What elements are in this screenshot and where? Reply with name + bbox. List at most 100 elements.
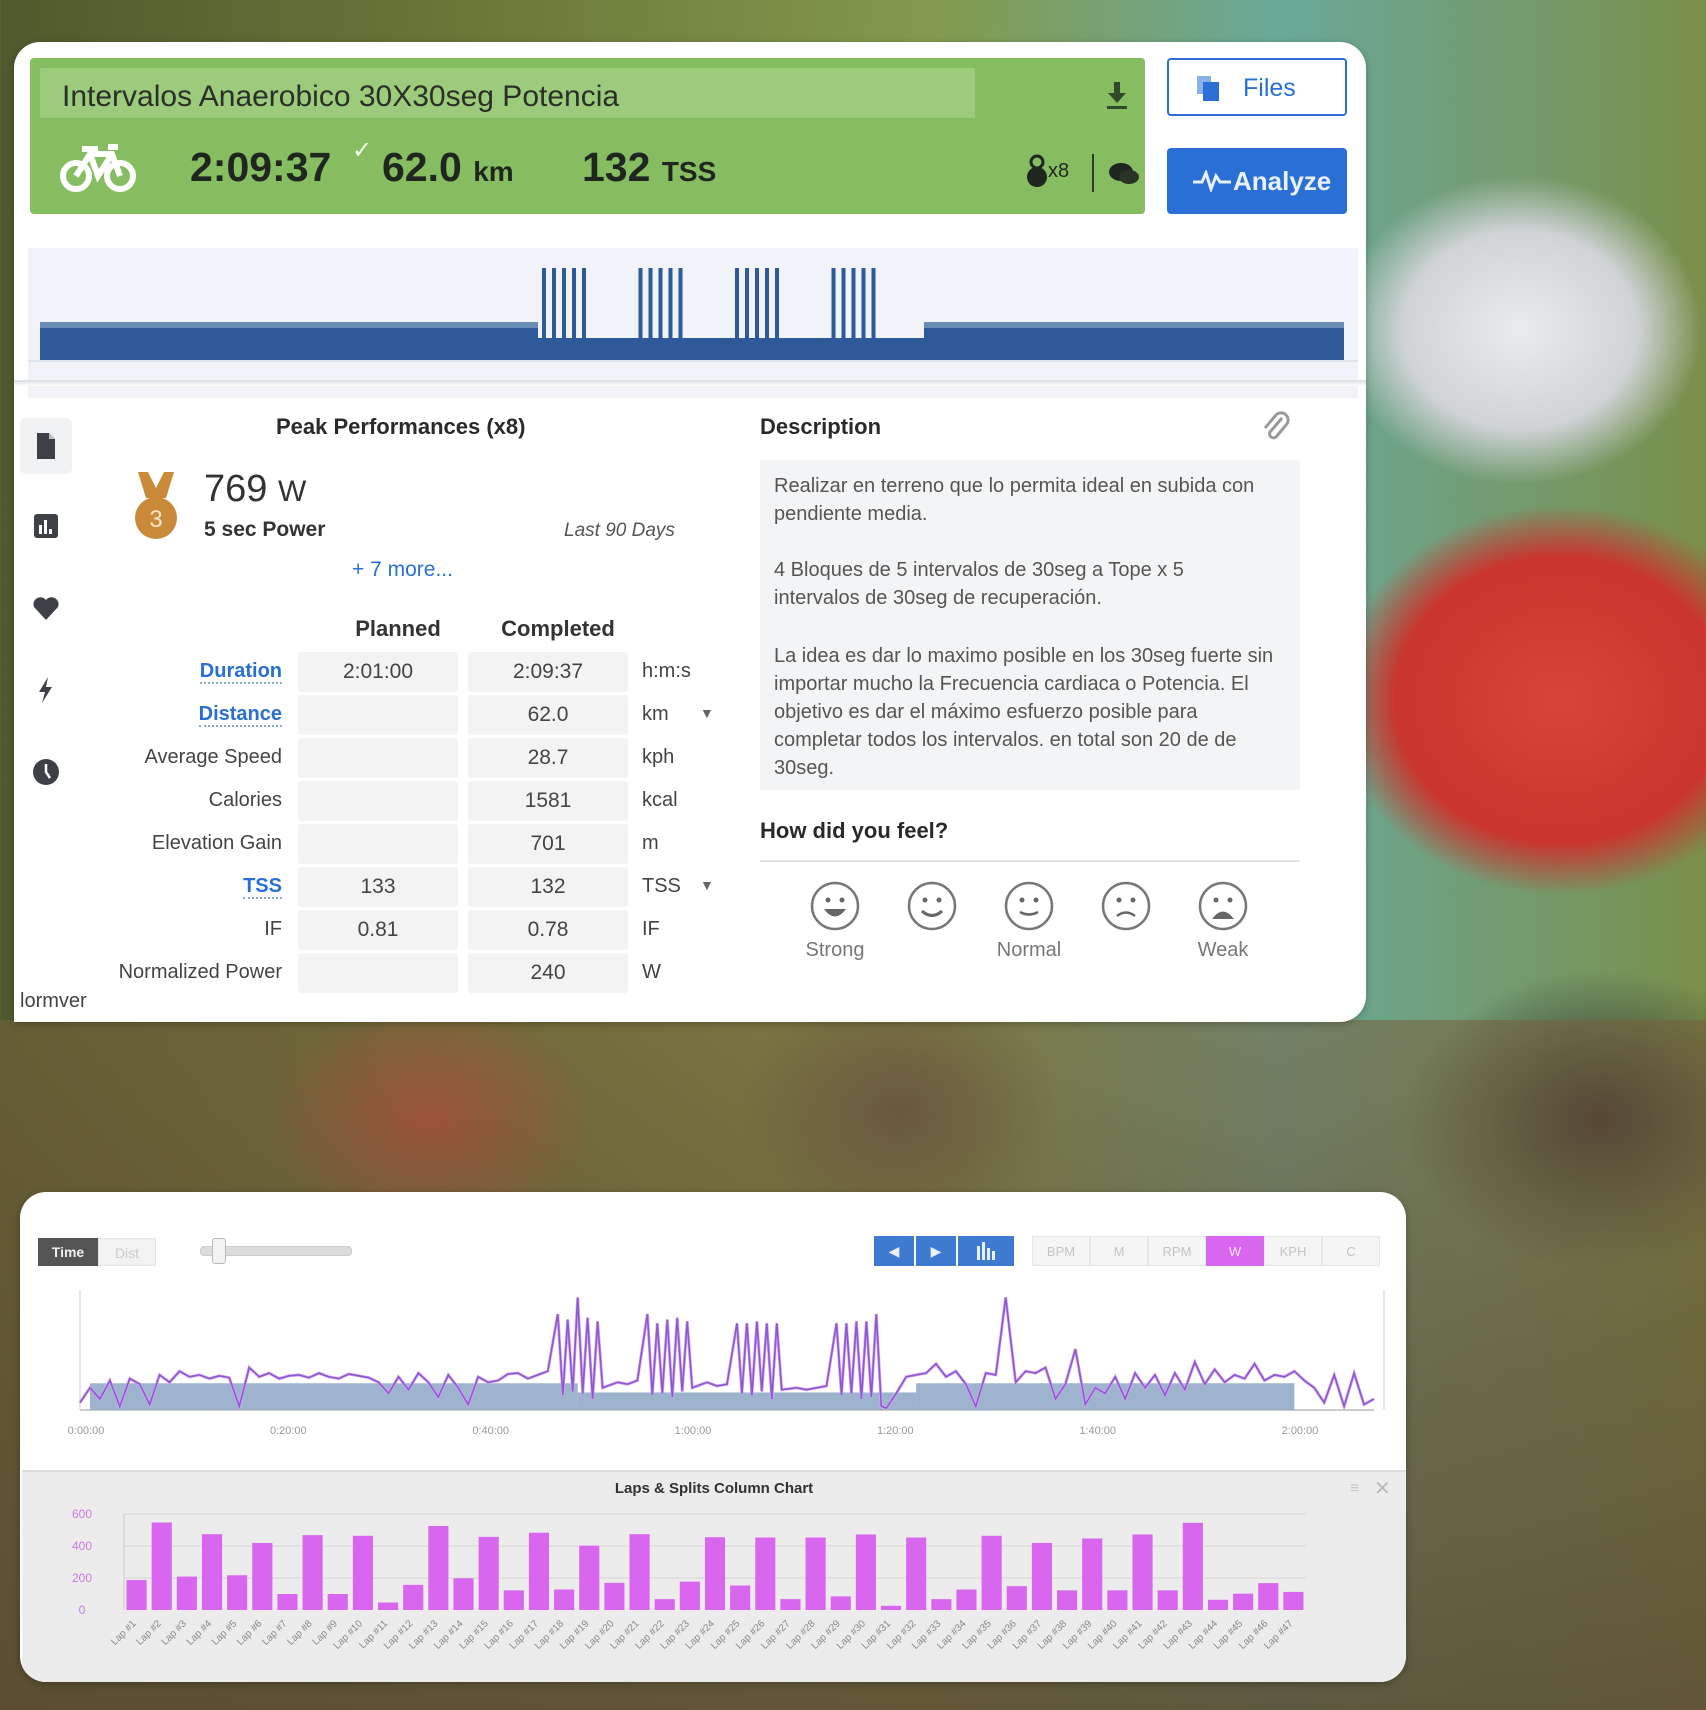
lap-bar[interactable] <box>906 1537 927 1610</box>
lap-bar[interactable] <box>830 1596 851 1610</box>
lap-bar[interactable] <box>629 1534 650 1610</box>
analyze-button[interactable]: Analyze <box>1167 148 1347 214</box>
lap-bar[interactable] <box>579 1545 600 1610</box>
feel-option[interactable] <box>1081 880 1171 963</box>
lap-bar[interactable] <box>1207 1599 1229 1610</box>
interval-bar[interactable] <box>831 268 836 360</box>
lap-bar[interactable] <box>428 1526 449 1610</box>
metric-button-bpm[interactable]: BPM <box>1032 1236 1090 1266</box>
completed-cell[interactable]: 62.0 <box>468 695 628 735</box>
workout-title-field[interactable]: Intervalos Anaerobico 30X30seg Potencia <box>40 68 975 118</box>
sidebar-item-heart-rate[interactable] <box>20 580 72 636</box>
lap-bar[interactable] <box>277 1594 298 1610</box>
lap-bar[interactable] <box>503 1590 524 1610</box>
comments-icon[interactable] <box>1108 162 1140 186</box>
lap-bar[interactable] <box>1132 1534 1153 1610</box>
lap-bar[interactable] <box>453 1578 474 1610</box>
lap-bar[interactable] <box>403 1584 424 1610</box>
unit-dropdown-caret-icon[interactable]: ▼ <box>700 705 714 721</box>
completed-cell[interactable]: 0.78 <box>468 910 628 950</box>
lap-bar[interactable] <box>252 1542 273 1610</box>
lap-bar[interactable] <box>1157 1590 1178 1610</box>
download-icon[interactable] <box>1105 80 1129 110</box>
lap-bar[interactable] <box>1107 1590 1128 1610</box>
metric-button-c[interactable]: C <box>1322 1236 1380 1266</box>
lap-bar[interactable] <box>931 1599 952 1610</box>
dist-mode-button[interactable]: Dist <box>98 1238 156 1266</box>
completed-cell[interactable]: 28.7 <box>468 738 628 778</box>
power-chart[interactable]: 0:00:00 0:20:00 0:40:00 1:00:00 1:20:00 1:40:… <box>40 1284 1390 1444</box>
interval-bar[interactable] <box>658 268 663 360</box>
lap-bar[interactable] <box>805 1537 826 1610</box>
planned-cell[interactable] <box>298 738 458 778</box>
interval-bar[interactable] <box>668 268 673 360</box>
laps-toggle-button[interactable] <box>958 1236 1014 1266</box>
unit-dropdown-caret-icon[interactable]: ▼ <box>700 877 714 893</box>
interval-bar[interactable] <box>678 268 683 360</box>
interval-bar[interactable] <box>648 268 653 360</box>
interval-bar[interactable] <box>841 268 846 360</box>
interval-bar[interactable] <box>552 268 556 360</box>
interval-bar[interactable] <box>735 268 739 360</box>
lap-bar[interactable] <box>378 1602 399 1610</box>
lap-bar[interactable] <box>302 1535 323 1610</box>
sidebar-item-summary[interactable] <box>20 418 72 474</box>
lap-bar[interactable] <box>654 1599 675 1610</box>
lap-bar[interactable] <box>1006 1586 1027 1610</box>
interval-bar[interactable] <box>562 268 566 360</box>
paperclip-icon[interactable] <box>1260 410 1290 444</box>
lap-bar[interactable] <box>1258 1583 1279 1610</box>
more-peaks-link[interactable]: + 7 more... <box>352 558 453 582</box>
completed-cell[interactable]: 701 <box>468 824 628 864</box>
workout-structure-graph[interactable] <box>28 248 1358 398</box>
feel-option[interactable] <box>887 880 977 963</box>
lap-bar[interactable] <box>201 1534 223 1610</box>
completed-cell[interactable]: 132 <box>468 867 628 907</box>
lap-bar[interactable] <box>704 1537 726 1610</box>
laps-bar-chart[interactable]: 0 200 400 600 Lap #1Lap #2Lap #3Lap #4Lap #5… <box>22 1502 1406 1682</box>
lap-bar[interactable] <box>352 1535 373 1610</box>
metric-button-w[interactable]: W <box>1206 1236 1264 1266</box>
feel-option[interactable]: Normal <box>984 880 1074 963</box>
peaks-count[interactable]: x8 <box>1048 160 1069 183</box>
planned-cell[interactable]: 133 <box>298 867 458 907</box>
row-label[interactable]: TSS <box>54 875 282 899</box>
metric-button-rpm[interactable]: RPM <box>1148 1236 1206 1266</box>
planned-cell[interactable]: 0.81 <box>298 910 458 950</box>
feel-option[interactable]: Weak <box>1178 880 1268 963</box>
lap-bar[interactable] <box>227 1575 248 1610</box>
planned-cell[interactable] <box>298 953 458 993</box>
lap-bar[interactable] <box>478 1536 499 1610</box>
interval-bar[interactable] <box>765 268 769 360</box>
row-label[interactable]: Distance <box>54 703 282 727</box>
planned-cell[interactable] <box>298 695 458 735</box>
next-button[interactable]: ▶ <box>916 1236 956 1266</box>
planned-cell[interactable]: 2:01:00 <box>298 652 458 692</box>
prev-button[interactable]: ◀ <box>874 1236 914 1266</box>
lap-bar[interactable] <box>1233 1593 1254 1610</box>
row-label[interactable]: Duration <box>54 660 282 684</box>
metric-button-kph[interactable]: KPH <box>1264 1236 1322 1266</box>
lap-bar[interactable] <box>604 1582 625 1610</box>
interval-bar[interactable] <box>745 268 749 360</box>
feel-option[interactable]: Strong <box>790 880 880 963</box>
planned-cell[interactable] <box>298 824 458 864</box>
close-icon[interactable]: ✕ <box>1374 1476 1391 1501</box>
interval-bar[interactable] <box>755 268 759 360</box>
lap-bar[interactable] <box>730 1585 751 1610</box>
lap-bar[interactable] <box>1057 1590 1078 1610</box>
lap-bar[interactable] <box>780 1599 801 1610</box>
lap-bar[interactable] <box>981 1535 1002 1610</box>
interval-bar[interactable] <box>638 268 643 360</box>
files-button[interactable]: Files <box>1167 58 1347 116</box>
menu-icon[interactable]: ≡ <box>1350 1480 1359 1498</box>
planned-cell[interactable] <box>298 781 458 821</box>
interval-bar[interactable] <box>582 268 586 360</box>
lap-bar[interactable] <box>554 1589 575 1610</box>
time-mode-button[interactable]: Time <box>38 1238 98 1266</box>
sidebar-item-charts[interactable] <box>20 498 72 554</box>
description-box[interactable]: Realizar en terreno que lo permita ideal… <box>760 460 1300 790</box>
lap-bar[interactable] <box>755 1537 776 1610</box>
lap-bar[interactable] <box>1182 1522 1203 1610</box>
lap-bar[interactable] <box>1283 1591 1304 1610</box>
